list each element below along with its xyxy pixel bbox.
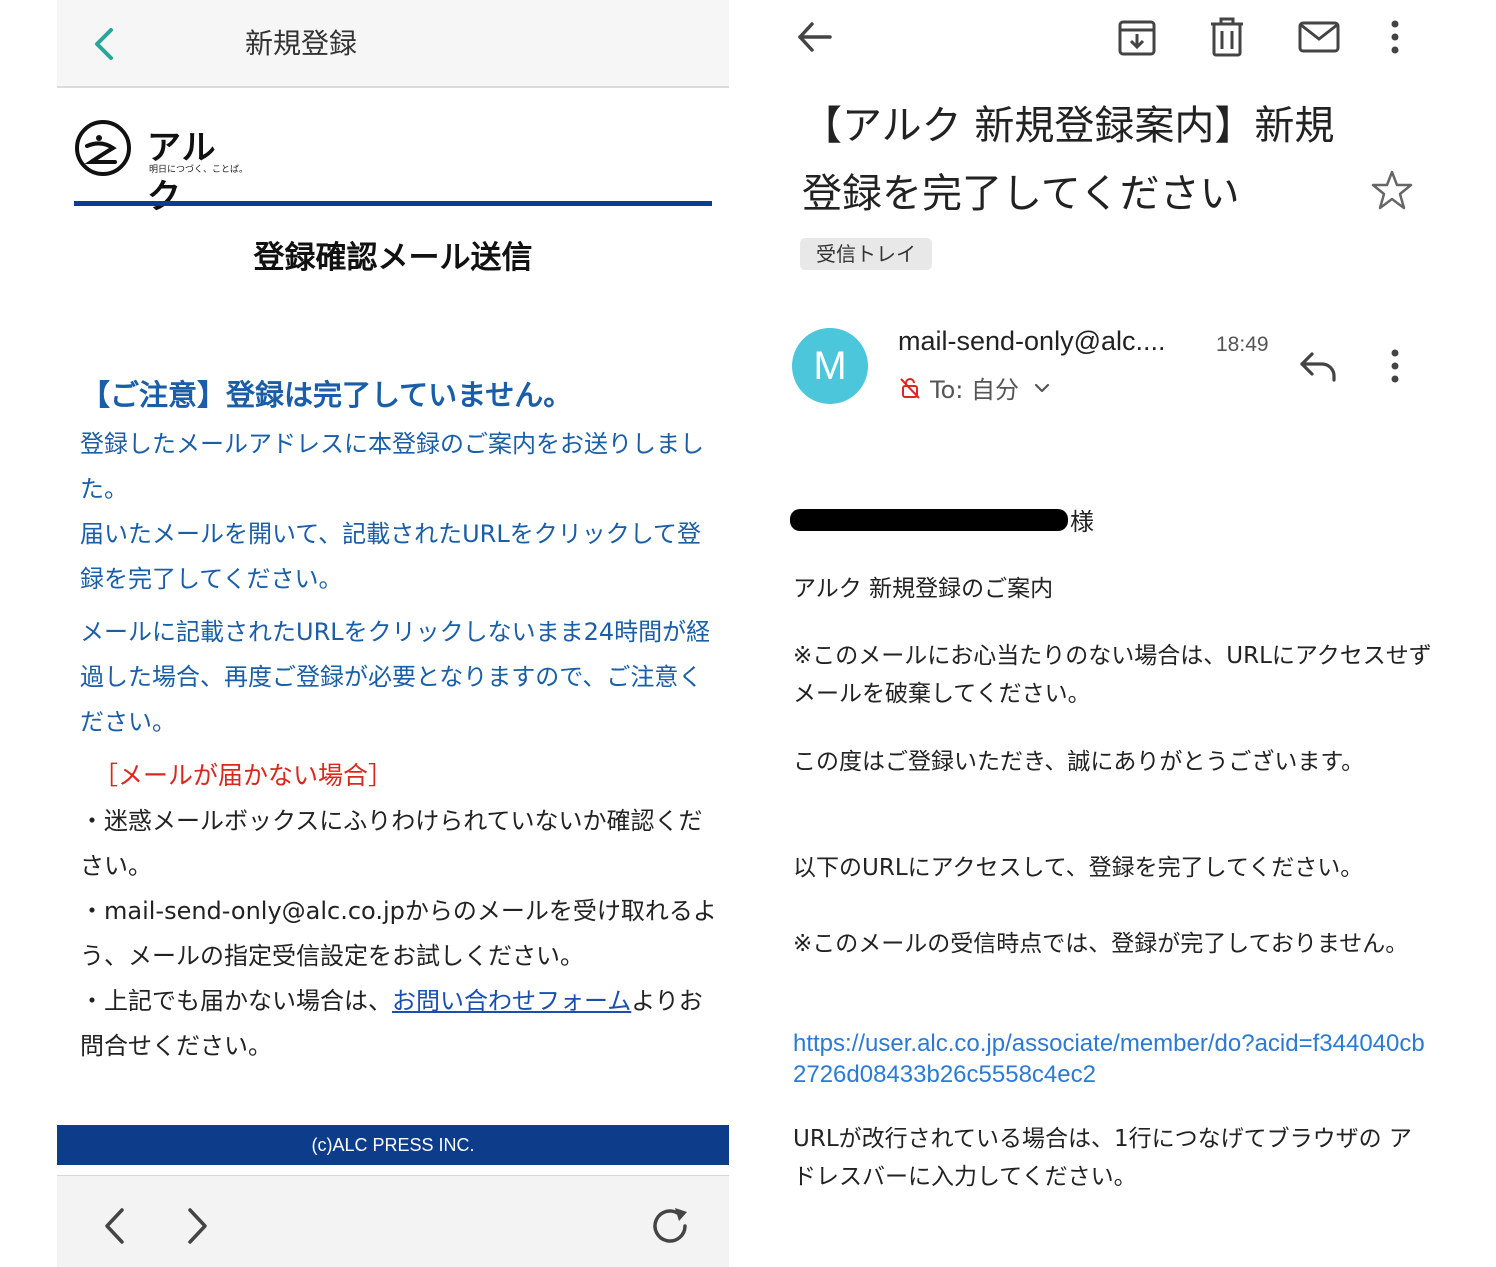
notice-title: 【ご注意】登録は完了していません。 — [81, 378, 573, 412]
browser-nav-bar — [57, 1175, 729, 1267]
chevron-right-icon[interactable] — [177, 1204, 217, 1248]
help-bullet-3: ・上記でも届かない場合は、お問い合わせフォームよりお問合せください。 — [80, 979, 720, 1069]
email-view: 【アルク 新規登録案内】新規登録を完了してください 受信トレイ M mail-s… — [770, 0, 1496, 1267]
mail-icon[interactable] — [1296, 14, 1342, 60]
body-line-4: 以下のURLにアクセスして、登録を完了してください。 — [793, 855, 1364, 881]
alc-logo: アルク 明日につづく、ことば。 — [73, 116, 248, 217]
received-time: 18:49 — [1216, 333, 1269, 356]
star-icon[interactable] — [1370, 168, 1414, 212]
trash-icon[interactable] — [1204, 14, 1250, 60]
archive-icon[interactable] — [1114, 14, 1160, 60]
chevron-left-icon[interactable] — [95, 1204, 135, 1248]
more-vertical-icon[interactable] — [1382, 344, 1408, 388]
body-line-3: この度はご登録いただき、誠にありがとうございます。 — [793, 749, 1365, 775]
avatar: M — [792, 328, 868, 404]
no-mail-heading: ［メールが届かない場合］ — [93, 761, 394, 790]
honorific: 様 — [1070, 508, 1094, 536]
reply-icon[interactable] — [1296, 346, 1340, 386]
sender-address[interactable]: mail-send-only@alc.... — [898, 326, 1166, 357]
email-subject: 【アルク 新規登録案内】新規登録を完了してください — [802, 103, 1335, 217]
redacted-name — [790, 508, 1068, 531]
help-bullet-2: ・mail-send-only@alc.co.jpからのメールを受け取れるよう、… — [80, 897, 717, 970]
body-line-2: ※このメールにお心当たりのない場合は、URLにアクセスせずメールを破棄してくださ… — [793, 643, 1432, 707]
lock-off-icon — [900, 377, 920, 399]
header-divider — [74, 201, 712, 206]
section-heading: 登録確認メール送信 — [253, 240, 533, 276]
notice-paragraph-2: 届いたメールを開いて、記載されたURLをクリックして登録を完了してください。 — [80, 520, 701, 593]
chevron-down-icon[interactable] — [1031, 377, 1053, 399]
reload-icon[interactable] — [647, 1204, 695, 1248]
recipient-line[interactable]: To: 自分 — [898, 370, 1053, 405]
inbox-label[interactable]: 受信トレイ — [800, 238, 932, 270]
contact-form-link[interactable]: お問い合わせフォーム — [392, 987, 631, 1015]
page-title: 新規登録 — [245, 27, 358, 60]
registration-link[interactable]: https://user.alc.co.jp/associate/member/… — [793, 1028, 1433, 1090]
to-text: To: 自分 — [930, 376, 1019, 404]
help-bullet-1: ・迷惑メールボックスにふりわけられていないか確認ください。 — [80, 807, 703, 880]
body-line-1: アルク 新規登録のご案内 — [793, 576, 1054, 602]
copyright-footer: (c)ALC PRESS INC. — [57, 1125, 729, 1165]
recipient-salutation: 様 — [790, 502, 1094, 537]
notice-paragraph-1: 登録したメールアドレスに本登録のご案内をお送りしました。 — [80, 430, 704, 503]
body-line-6: URLが改行されている場合は、1行につなげてブラウザの アドレスバーに入力してく… — [793, 1126, 1412, 1190]
notice-paragraph-3: メールに記載されたURLをクリックしないまま24時間が経過した場合、再度ご登録が… — [80, 618, 711, 736]
logo-mark-icon — [75, 120, 131, 176]
registration-page: 新規登録 アルク 明日につづく、ことば。 登録確認メール送信 【ご注意】登録は完… — [57, 0, 729, 1267]
help-bullet-3-prefix: ・上記でも届かない場合は、 — [80, 987, 392, 1015]
app-bar: 新規登録 — [57, 0, 729, 88]
arrow-left-icon[interactable] — [792, 14, 838, 60]
chevron-left-icon[interactable] — [87, 24, 121, 64]
logo-tagline: 明日につづく、ことば。 — [149, 165, 249, 175]
body-line-5: ※このメールの受信時点では、登録が完了しておりません。 — [793, 931, 1409, 957]
more-vertical-icon[interactable] — [1382, 14, 1408, 60]
